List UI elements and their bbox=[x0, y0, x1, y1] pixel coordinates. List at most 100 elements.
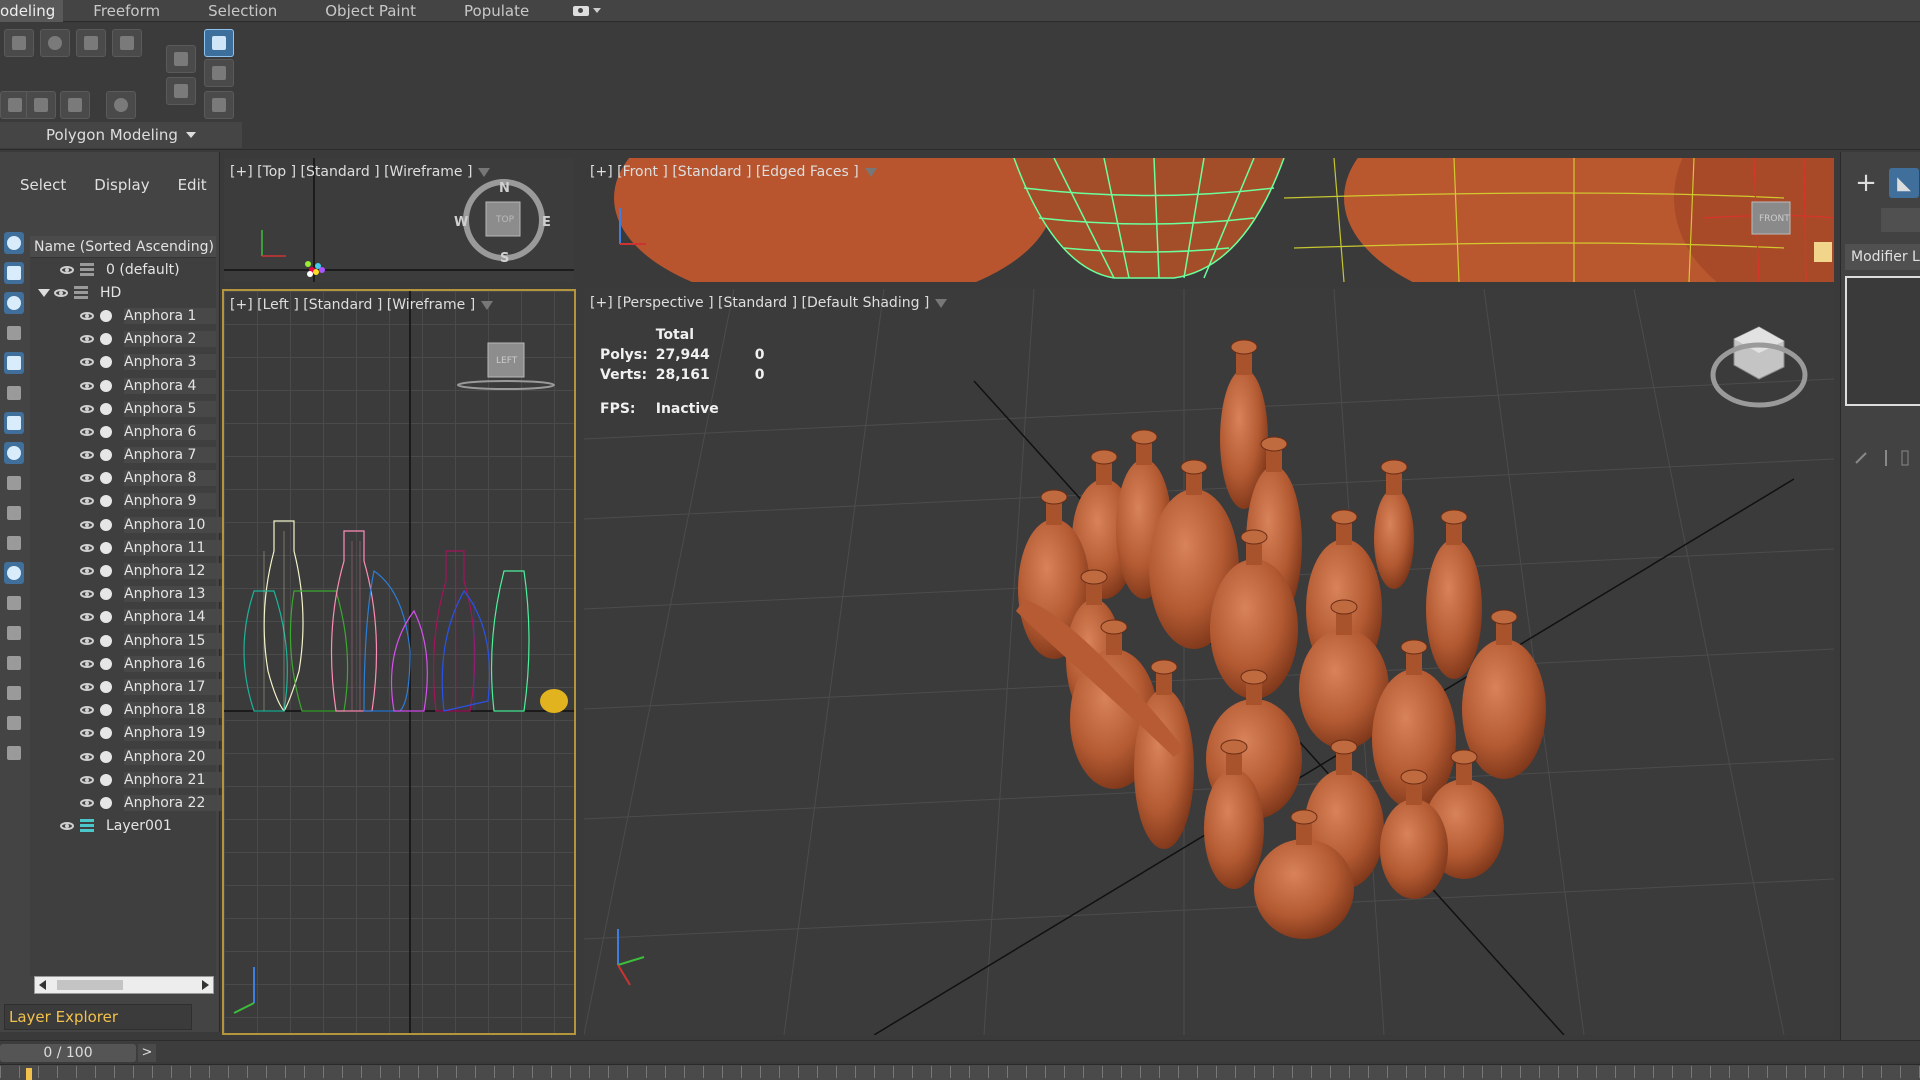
tab-populate[interactable]: Populate bbox=[440, 0, 553, 22]
list-item[interactable]: Anphora 9 bbox=[30, 490, 217, 513]
filter-icon[interactable] bbox=[481, 300, 494, 310]
eye-icon[interactable] bbox=[80, 427, 94, 436]
ignore-backfacing-button[interactable] bbox=[106, 91, 136, 119]
list-item[interactable]: Anphora 6 bbox=[30, 420, 217, 443]
object-name-field[interactable] bbox=[1881, 208, 1920, 232]
grow-button[interactable] bbox=[60, 91, 90, 119]
display-children-button[interactable] bbox=[4, 592, 24, 614]
edit-element-button[interactable] bbox=[112, 29, 142, 57]
list-item[interactable]: Anphora 12 bbox=[30, 559, 226, 582]
pivot-button[interactable] bbox=[204, 91, 234, 119]
list-item[interactable]: Anphora 22 bbox=[30, 791, 226, 814]
filter-geometry-button[interactable] bbox=[4, 232, 24, 254]
viewport-label[interactable]: [+] [Front ] [Standard ] [Edged Faces ] bbox=[590, 164, 877, 180]
eye-icon[interactable] bbox=[80, 636, 94, 645]
list-item[interactable]: Anphora 17 bbox=[30, 675, 226, 698]
edit-vertex-button[interactable] bbox=[4, 29, 34, 57]
modifier-list-dropdown[interactable]: Modifier List bbox=[1845, 244, 1920, 270]
eye-icon[interactable] bbox=[80, 335, 94, 344]
filter-containers-button[interactable] bbox=[4, 502, 24, 524]
eye-icon[interactable] bbox=[80, 474, 94, 483]
eye-icon[interactable] bbox=[80, 706, 94, 715]
filter-lights-button[interactable] bbox=[4, 292, 24, 314]
horizontal-scrollbar[interactable] bbox=[34, 976, 214, 994]
next-frame-button[interactable]: > bbox=[138, 1044, 156, 1062]
modifier-stack[interactable] bbox=[1845, 276, 1920, 406]
list-item[interactable]: HD bbox=[30, 281, 216, 304]
eye-icon[interactable] bbox=[60, 265, 74, 274]
column-header[interactable]: Name (Sorted Ascending) bbox=[30, 236, 216, 258]
list-item[interactable]: Anphora 20 bbox=[30, 745, 226, 768]
ribbon-display-dropdown[interactable] bbox=[553, 5, 602, 16]
expand-icon[interactable] bbox=[38, 288, 50, 297]
list-item[interactable]: Anphora 5 bbox=[30, 397, 217, 420]
modify-mode-button[interactable] bbox=[166, 45, 196, 73]
list-item[interactable]: Anphora 3 bbox=[30, 351, 217, 374]
filter-toggle-button[interactable] bbox=[4, 682, 24, 704]
list-item[interactable]: Layer001 bbox=[30, 815, 216, 838]
layer-container-button[interactable] bbox=[4, 742, 24, 764]
filter-icon[interactable] bbox=[935, 298, 948, 308]
collapse-stack-button[interactable] bbox=[204, 59, 234, 87]
list-item[interactable]: Anphora 4 bbox=[30, 374, 217, 397]
edit-edge-button[interactable] bbox=[40, 29, 70, 57]
eye-icon[interactable] bbox=[80, 775, 94, 784]
scroll-left-icon[interactable] bbox=[39, 980, 46, 990]
modify-tab[interactable]: ◣ bbox=[1889, 168, 1919, 198]
list-item[interactable]: Anphora 18 bbox=[30, 699, 226, 722]
eye-icon[interactable] bbox=[80, 520, 94, 529]
list-item[interactable]: Anphora 7 bbox=[30, 444, 217, 467]
filter-shapes-button[interactable] bbox=[4, 262, 24, 284]
list-item[interactable]: Anphora 1 bbox=[30, 304, 217, 327]
show-end-result-icon[interactable] bbox=[1899, 450, 1911, 466]
eye-icon[interactable] bbox=[80, 659, 94, 668]
display-frozen-button[interactable] bbox=[4, 622, 24, 644]
filter-cameras-button[interactable] bbox=[4, 322, 24, 344]
filter-particles-button[interactable] bbox=[4, 532, 24, 554]
list-item[interactable]: Anphora 21 bbox=[30, 768, 226, 791]
display-visibility-button[interactable] bbox=[4, 562, 24, 584]
explorer-type-label[interactable]: Layer Explorer bbox=[4, 1004, 192, 1030]
eye-icon[interactable] bbox=[80, 798, 94, 807]
list-item[interactable]: Anphora 10 bbox=[30, 513, 226, 536]
filter-icon[interactable] bbox=[478, 167, 491, 177]
tab-modeling[interactable]: odeling bbox=[0, 0, 64, 22]
viewport-top[interactable]: TOP N S E W [+] [Top ] [Standard ] [Wire… bbox=[224, 158, 574, 282]
eye-icon[interactable] bbox=[80, 381, 94, 390]
eye-icon[interactable] bbox=[80, 567, 94, 576]
display-properties-button[interactable] bbox=[4, 652, 24, 674]
list-item[interactable]: Anphora 13 bbox=[30, 583, 226, 606]
list-item[interactable]: 0 (default) bbox=[30, 258, 216, 281]
eye-icon[interactable] bbox=[80, 497, 94, 506]
eye-icon[interactable] bbox=[80, 543, 94, 552]
eye-icon[interactable] bbox=[80, 358, 94, 367]
current-frame-marker[interactable] bbox=[26, 1068, 32, 1080]
list-item[interactable]: Anphora 15 bbox=[30, 629, 226, 652]
list-item[interactable]: Anphora 8 bbox=[30, 467, 217, 490]
eye-icon[interactable] bbox=[60, 822, 74, 831]
edit-polygon-button[interactable] bbox=[76, 29, 106, 57]
viewport-left[interactable]: LEFT [+] [Left ] [Standard ] [Wireframe … bbox=[222, 289, 576, 1035]
list-item[interactable]: Anphora 11 bbox=[30, 536, 226, 559]
polygon-modeling-dropdown[interactable]: Polygon Modeling bbox=[0, 122, 242, 148]
eye-icon[interactable] bbox=[54, 288, 68, 297]
eye-icon[interactable] bbox=[80, 613, 94, 622]
pin-stack-icon[interactable] bbox=[1853, 450, 1869, 466]
time-slider[interactable]: 0 / 100 bbox=[0, 1044, 136, 1062]
filter-bones-button[interactable] bbox=[4, 472, 24, 494]
preserve-uvs-button[interactable] bbox=[204, 29, 234, 57]
show-end-result-button[interactable] bbox=[166, 77, 196, 105]
eye-icon[interactable] bbox=[80, 451, 94, 460]
viewport-front[interactable]: FRONT [+] [Front ] [Standard ] [Edged Fa… bbox=[584, 158, 1834, 282]
menu-display[interactable]: Display bbox=[66, 176, 149, 194]
filter-helpers-button[interactable] bbox=[4, 352, 24, 374]
menu-edit[interactable]: Edit bbox=[150, 176, 207, 194]
filter-groups-button[interactable] bbox=[4, 412, 24, 434]
viewport-perspective[interactable]: [+] [Perspective ] [Standard ] [Default … bbox=[584, 289, 1834, 1035]
list-item[interactable]: Anphora 2 bbox=[30, 328, 217, 351]
eye-icon[interactable] bbox=[80, 752, 94, 761]
viewport-label[interactable]: [+] [Top ] [Standard ] [Wireframe ] bbox=[230, 164, 491, 180]
scroll-thumb[interactable] bbox=[57, 980, 123, 990]
eye-icon[interactable] bbox=[80, 729, 94, 738]
menu-select[interactable]: Select bbox=[0, 176, 66, 194]
